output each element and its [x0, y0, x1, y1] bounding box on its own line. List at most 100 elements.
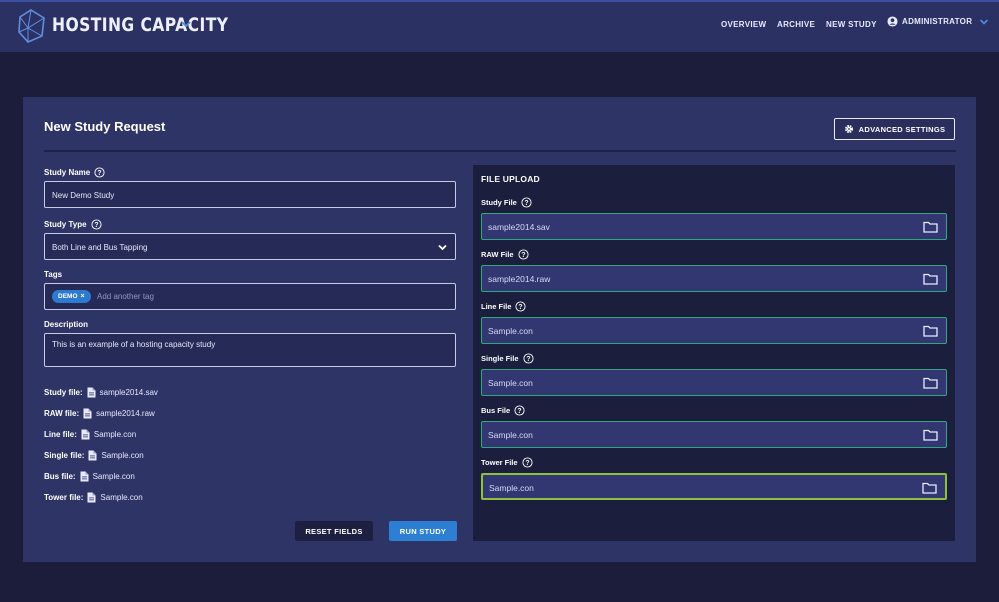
user-menu-label: ADMINISTRATOR: [902, 17, 973, 26]
file-summary-value: Sample.con: [101, 451, 144, 460]
study-file-value: sample2014.sav: [488, 222, 550, 232]
folder-icon[interactable]: [922, 482, 937, 494]
folder-icon[interactable]: [923, 377, 938, 389]
help-icon[interactable]: ?: [522, 457, 533, 468]
study-name-value: New Demo Study: [52, 191, 115, 200]
svg-text:?: ?: [519, 304, 523, 311]
folder-icon[interactable]: [923, 273, 938, 285]
nav-archive[interactable]: ARCHIVE: [777, 20, 815, 29]
description-label: Description: [44, 320, 88, 329]
study-type-label-text: Study Type: [44, 220, 87, 229]
file-summary-value: sample2014.sav: [99, 388, 158, 397]
single-file-label: Single File ?: [481, 353, 534, 364]
study-type-value: Both Line and Bus Tapping: [52, 243, 148, 252]
study-name-label: Study Name ?: [44, 167, 105, 178]
svg-text:?: ?: [525, 460, 529, 467]
advanced-settings-button[interactable]: ADVANCED SETTINGS: [834, 118, 955, 140]
help-icon[interactable]: ?: [94, 167, 105, 178]
single-file-label-text: Single File: [481, 354, 519, 363]
close-icon[interactable]: ×: [81, 293, 85, 300]
raw-file-value: sample2014.raw: [488, 274, 551, 284]
file-summary-key: RAW file:: [44, 409, 80, 418]
file-upload-panel: FILE UPLOAD Study File ? sample2014.sav …: [473, 165, 955, 541]
folder-icon[interactable]: [923, 325, 938, 337]
svg-text:?: ?: [526, 356, 530, 363]
help-icon[interactable]: ?: [522, 353, 534, 364]
line-file-value: Sample.con: [488, 326, 533, 336]
document-icon: [88, 450, 97, 461]
folder-icon[interactable]: [923, 221, 938, 233]
file-summary-value: sample2014.raw: [96, 409, 155, 418]
account-icon: [887, 16, 898, 27]
tags-label: Tags: [44, 270, 62, 279]
list-item: Study file: sample2014.sav: [44, 387, 158, 398]
tag-input-placeholder[interactable]: Add another tag: [97, 292, 154, 301]
help-icon[interactable]: ?: [514, 405, 525, 416]
chevron-down-icon: [438, 244, 447, 251]
list-item: RAW file: sample2014.raw: [44, 408, 155, 419]
svg-text:?: ?: [518, 408, 522, 415]
help-icon[interactable]: ?: [517, 249, 529, 260]
advanced-settings-label: ADVANCED SETTINGS: [858, 124, 946, 134]
description-value: This is an example of a hosting capacity…: [52, 340, 216, 349]
study-file-label-text: Study File: [481, 198, 517, 207]
study-type-select[interactable]: Both Line and Bus Tapping: [44, 233, 456, 260]
top-navigation-bar: HOSTING CAPACITY OVERVIEW ARCHIVE NEW ST…: [0, 0, 999, 52]
list-item: Single file: Sample.con: [44, 450, 144, 461]
list-item: Tower file: Sample.con: [44, 492, 143, 503]
user-menu[interactable]: ADMINISTRATOR: [887, 16, 989, 27]
document-icon: [80, 471, 89, 482]
tower-file-value: Sample.con: [489, 483, 534, 493]
divider: [44, 150, 956, 152]
folder-icon[interactable]: [923, 429, 938, 441]
file-summary-value: Sample.con: [100, 493, 143, 502]
single-file-upload[interactable]: Sample.con: [481, 369, 947, 396]
reset-fields-button[interactable]: RESET FIELDS: [295, 521, 373, 541]
single-file-value: Sample.con: [488, 378, 533, 388]
tags-input[interactable]: DEMO × Add another tag: [44, 283, 456, 310]
document-icon: [87, 387, 96, 398]
gear-icon: [844, 125, 853, 133]
study-type-label: Study Type ?: [44, 219, 102, 230]
new-study-card: New Study Request ADVANCED SETTINGS Stud…: [23, 97, 976, 562]
chevron-down-icon[interactable]: [180, 19, 192, 29]
raw-file-label: RAW File ?: [481, 249, 529, 260]
svg-text:?: ?: [98, 170, 102, 177]
description-textarea[interactable]: This is an example of a hosting capacity…: [44, 333, 456, 367]
study-name-input[interactable]: New Demo Study: [44, 181, 456, 208]
study-file-upload[interactable]: sample2014.sav: [481, 213, 947, 240]
line-file-label-text: Line File: [481, 302, 512, 311]
help-icon[interactable]: ?: [90, 219, 102, 230]
tower-file-label: Tower File ?: [481, 457, 533, 468]
page-title: New Study Request: [44, 119, 166, 134]
list-item: Line file: Sample.con: [44, 429, 136, 440]
raw-file-label-text: RAW File: [481, 250, 514, 259]
nav-new-study[interactable]: NEW STUDY: [826, 20, 877, 29]
bus-file-upload[interactable]: Sample.con: [481, 421, 947, 448]
tower-file-upload[interactable]: Sample.con: [481, 473, 947, 500]
run-study-button[interactable]: RUN STUDY: [389, 521, 457, 541]
svg-text:?: ?: [524, 200, 528, 207]
tower-file-label-text: Tower File: [481, 458, 518, 467]
file-summary-key: Line file:: [44, 430, 77, 439]
study-file-label: Study File ?: [481, 197, 532, 208]
tags-label-text: Tags: [44, 270, 63, 279]
brand-title[interactable]: HOSTING CAPACITY: [52, 14, 228, 36]
help-icon[interactable]: ?: [521, 197, 532, 208]
file-summary-key: Study file:: [44, 388, 83, 397]
tag-chip[interactable]: DEMO ×: [52, 290, 91, 303]
nav-overview[interactable]: OVERVIEW: [721, 20, 766, 29]
file-upload-title: FILE UPLOAD: [481, 174, 540, 184]
bus-file-label-text: Bus File: [481, 406, 511, 415]
svg-text:?: ?: [521, 252, 525, 259]
document-icon: [87, 492, 96, 503]
svg-text:?: ?: [94, 222, 98, 229]
help-icon[interactable]: ?: [515, 301, 526, 312]
raw-file-upload[interactable]: sample2014.raw: [481, 265, 947, 292]
tag-chip-label: DEMO: [58, 293, 78, 300]
file-summary-key: Single file:: [44, 451, 85, 460]
bus-file-label: Bus File ?: [481, 405, 525, 416]
line-file-upload[interactable]: Sample.con: [481, 317, 947, 344]
file-summary-key: Bus file:: [44, 472, 76, 481]
document-icon: [81, 429, 90, 440]
